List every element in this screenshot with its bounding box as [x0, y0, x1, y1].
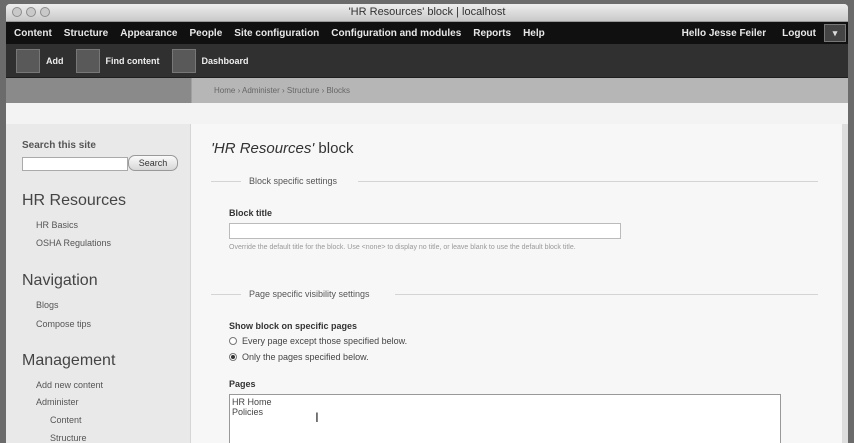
sidebar-item-hr-basics[interactable]: HR Basics	[36, 220, 78, 230]
toolbar-toggle-icon[interactable]: ▾	[824, 24, 846, 42]
fieldset-border-left	[211, 181, 241, 182]
page-title-suffix: block	[314, 140, 354, 157]
radio-button-selected[interactable]	[229, 353, 237, 361]
shortcut-label: Dashboard	[201, 55, 249, 66]
page-title: 'HR Resources' block	[211, 140, 353, 157]
radio-label: Only the pages specified below.	[242, 352, 369, 362]
sidebar-item-content[interactable]: Content	[50, 415, 82, 425]
sidebar-item-blogs[interactable]: Blogs	[36, 300, 59, 310]
fieldset-legend-block-settings: Block specific settings	[249, 176, 338, 186]
page-header: Home › Administer › Structure › Blocks	[6, 78, 848, 103]
user-area: Hello Jesse Feiler Logout ▾	[674, 22, 848, 44]
shortcut-add[interactable]: Add	[16, 48, 64, 73]
shortcut-label: Find content	[105, 55, 160, 66]
window-title: 'HR Resources' block | localhost	[348, 6, 506, 18]
fieldset-border-left	[211, 294, 241, 295]
page-title-block-name: 'HR Resources'	[211, 140, 315, 157]
search-button[interactable]: Search	[128, 155, 178, 171]
menu-structure[interactable]: Structure	[58, 28, 114, 39]
menu-reports[interactable]: Reports	[467, 28, 517, 39]
menu-help[interactable]: Help	[517, 28, 551, 39]
admin-menu: Content Structure Appearance People Site…	[6, 28, 551, 39]
block-title-management: Management	[22, 352, 116, 369]
user-greeting[interactable]: Hello Jesse Feiler	[674, 28, 775, 39]
fieldset-border-right	[358, 181, 818, 182]
sidebar-item-add-new-content[interactable]: Add new content	[36, 380, 103, 390]
radio-label: Every page except those specified below.	[242, 336, 408, 346]
radio-only-listed-pages[interactable]: Only the pages specified below.	[229, 352, 369, 362]
block-title-input[interactable]	[229, 223, 621, 239]
show-block-label: Show block on specific pages	[229, 321, 358, 331]
sidebar: Search this site Search HR Resources HR …	[6, 124, 191, 443]
search-label: Search this site	[22, 140, 96, 151]
breadcrumb[interactable]: Home › Administer › Structure › Blocks	[191, 78, 848, 103]
sidebar-item-structure[interactable]: Structure	[50, 433, 87, 443]
sidebar-item-osha-regulations[interactable]: OSHA Regulations	[36, 238, 111, 248]
fieldset-border-right	[395, 294, 818, 295]
sidebar-item-compose-tips[interactable]: Compose tips	[36, 319, 91, 329]
block-title-hr-resources: HR Resources	[22, 192, 127, 209]
text-cursor-icon: I	[315, 409, 319, 425]
shortcut-label: Add	[46, 55, 64, 66]
admin-toolbar: Content Structure Appearance People Site…	[6, 22, 848, 44]
search-input[interactable]	[22, 157, 128, 171]
main-content: 'HR Resources' block Block specific sett…	[191, 124, 848, 443]
dashboard-icon	[171, 48, 196, 73]
menu-content[interactable]: Content	[6, 28, 58, 39]
browser-window: 'HR Resources' block | localhost Content…	[6, 4, 848, 443]
block-title-description: Override the default title for the block…	[229, 244, 576, 251]
menu-appearance[interactable]: Appearance	[114, 28, 183, 39]
find-content-icon	[75, 48, 100, 73]
title-bar: 'HR Resources' block | localhost	[6, 4, 848, 22]
logout-link[interactable]: Logout	[774, 28, 824, 39]
add-icon	[16, 48, 40, 73]
radio-button[interactable]	[229, 337, 237, 345]
pages-textarea[interactable]	[229, 394, 781, 443]
menu-configuration-and-modules[interactable]: Configuration and modules	[325, 28, 467, 39]
shortcut-bar: Add Find content Dashboard	[6, 44, 848, 78]
radio-every-page-except[interactable]: Every page except those specified below.	[229, 336, 407, 346]
pages-label: Pages	[229, 379, 256, 389]
shortcut-dashboard[interactable]: Dashboard	[171, 48, 249, 73]
sidebar-item-administer[interactable]: Administer	[36, 397, 79, 407]
fieldset-legend-visibility: Page specific visibility settings	[249, 289, 370, 299]
block-title-label: Block title	[229, 208, 273, 218]
menu-people[interactable]: People	[183, 28, 228, 39]
menu-site-configuration[interactable]: Site configuration	[228, 28, 325, 39]
block-title-navigation: Navigation	[22, 272, 98, 289]
page-scrollbar[interactable]	[842, 124, 848, 443]
shortcut-find-content[interactable]: Find content	[75, 48, 160, 73]
